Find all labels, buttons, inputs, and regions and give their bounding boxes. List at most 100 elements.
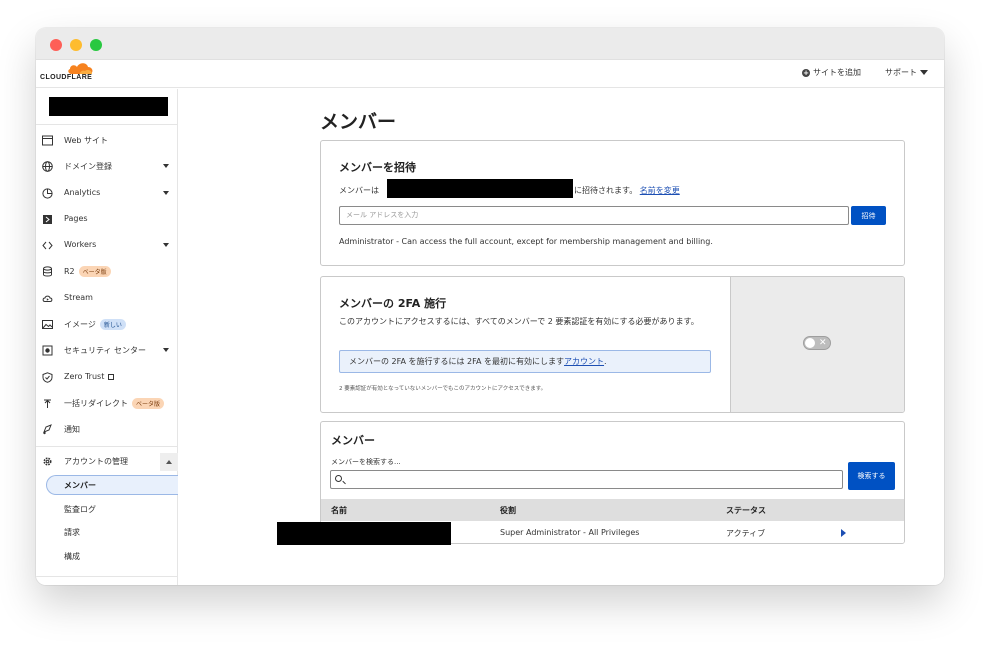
twofa-toggle-panel: ✕ [730, 277, 904, 412]
enforce-2fa-toggle[interactable]: ✕ [803, 336, 831, 350]
chevron-down-icon [163, 164, 169, 168]
role-description: Administrator - Can access the full acco… [339, 237, 713, 246]
beta-badge: ベータ版 [78, 266, 111, 277]
search-button[interactable]: 検索する [848, 462, 895, 490]
pages-icon [43, 215, 52, 224]
sidebar-item-notifications[interactable]: 通知 [36, 419, 178, 439]
sidebar-item-label: イメージ 新しい [64, 319, 126, 330]
maximize-window-button[interactable] [90, 39, 102, 51]
invite-member-card: メンバーを招待 メンバーは に招待されます。 名前を変更 メール アドレスを入力… [320, 140, 905, 266]
twofa-info-banner: メンバーの 2FA を施行するには 2FA を最初に有効にしますアカウント. [339, 350, 711, 373]
page-title: メンバー [320, 111, 397, 133]
sidebar-subitem-label: メンバー [64, 481, 96, 490]
sidebar-item-security-center[interactable]: セキュリティ センター [36, 340, 178, 360]
chevron-down-icon [163, 191, 169, 195]
invite-account-line: メンバーは [339, 185, 379, 196]
logo-wordmark: CLOUDFLARE [40, 74, 93, 81]
cloudflare-logo[interactable]: CLOUDFLARE [40, 61, 102, 85]
chevron-up-icon [166, 460, 172, 464]
sidebar-item-domain-registration[interactable]: ドメイン登録 [36, 156, 178, 176]
twofa-note: 2 要素認証が有効となっていないメンバーでもこのアカウントにアクセスできます。 [339, 386, 547, 392]
rename-link[interactable]: 名前を変更 [640, 186, 680, 195]
search-icon [335, 475, 342, 482]
member-name-redacted [277, 522, 451, 545]
account-name-redacted [387, 179, 573, 198]
sidebar-subitem-configurations[interactable]: 構成 [46, 546, 178, 566]
sidebar-item-label: R2 ベータ版 [64, 266, 111, 277]
member-search-input[interactable] [330, 470, 843, 489]
support-label: サポート [885, 68, 917, 77]
sidebar-item-label: Stream [64, 293, 93, 302]
sidebar-subitem-label: 構成 [64, 552, 80, 561]
sidebar-item-label: 一括リダイレクト ベータ版 [64, 398, 165, 409]
zero-trust-icon [42, 372, 53, 383]
sidebar-item-r2[interactable]: R2 ベータ版 [36, 261, 178, 281]
cloud-icon [42, 295, 53, 302]
sidebar-subitem-billing[interactable]: 請求 [46, 522, 178, 542]
sidebar-item-label: Pages [64, 214, 88, 223]
image-icon [42, 320, 53, 329]
sidebar-item-label: ドメイン登録 [64, 162, 112, 171]
sidebar-item-stream[interactable]: Stream [36, 288, 178, 308]
invite-button[interactable]: 招待 [851, 206, 886, 225]
sidebar-item-zero-trust[interactable]: Zero Trust [36, 367, 178, 387]
sidebar-item-label: Web サイト [64, 136, 108, 145]
database-icon [43, 266, 52, 277]
sidebar-item-websites[interactable]: Web サイト [36, 130, 178, 150]
email-input[interactable]: メール アドレスを入力 [339, 206, 849, 225]
account-link[interactable]: アカウント [564, 357, 604, 366]
main-content: メンバー メンバーを招待 メンバーは に招待されます。 名前を変更 メール アド… [179, 89, 944, 585]
sidebar-subitem-audit-log[interactable]: 監査ログ [46, 499, 178, 519]
account-name-redacted[interactable] [49, 97, 168, 116]
code-icon [42, 241, 53, 250]
search-label: メンバーを検索する... [331, 458, 401, 466]
cloud-logo-icon [68, 63, 93, 74]
sidebar: Web サイト ドメイン登録 Analytics Pages Workers R… [36, 89, 178, 585]
support-menu[interactable]: サポート [885, 67, 928, 78]
chevron-down-icon [920, 70, 928, 75]
sidebar-item-account-management[interactable]: アカウントの管理 [36, 451, 178, 473]
sidebar-item-analytics[interactable]: Analytics [36, 183, 178, 203]
chevron-right-icon[interactable] [841, 529, 846, 537]
chart-icon [42, 188, 53, 199]
invite-suffix-line: に招待されます。 名前を変更 [574, 185, 680, 196]
window-titlebar [36, 28, 944, 60]
chevron-down-icon [163, 348, 169, 352]
sidebar-item-pages[interactable]: Pages [36, 209, 178, 229]
enforce-2fa-card: メンバーの 2FA 施行 このアカウントにアクセスするには、すべてのメンバーで … [320, 276, 905, 413]
close-window-button[interactable] [50, 39, 62, 51]
add-site-label: サイトを追加 [813, 68, 861, 77]
redirect-icon [44, 399, 51, 408]
members-table-header: 名前 役割 ステータス [321, 499, 904, 521]
member-role: Super Administrator - All Privileges [500, 528, 640, 537]
sidebar-divider [36, 446, 178, 447]
collapse-section-button[interactable] [160, 453, 178, 471]
sidebar-item-label: セキュリティ センター [64, 346, 147, 355]
sidebar-item-bulk-redirects[interactable]: 一括リダイレクト ベータ版 [36, 393, 178, 413]
shield-icon [42, 345, 53, 356]
add-site-button[interactable]: + サイトを追加 [802, 67, 861, 78]
invite-prefix: メンバーは [339, 186, 379, 195]
sidebar-item-label: アカウントの管理 [64, 457, 128, 466]
invite-heading: メンバーを招待 [339, 161, 416, 174]
sidebar-item-workers[interactable]: Workers [36, 235, 178, 255]
gear-icon [43, 457, 52, 466]
twofa-heading: メンバーの 2FA 施行 [339, 297, 447, 310]
top-navigation-bar: CLOUDFLARE + サイトを追加 サポート [36, 60, 944, 88]
twofa-info-text: メンバーの 2FA を施行するには 2FA を最初に有効にします [349, 357, 565, 366]
plus-circle-icon: + [802, 68, 810, 77]
sidebar-item-images[interactable]: イメージ 新しい [36, 314, 178, 334]
r2-label: R2 [64, 267, 75, 276]
column-header-name: 名前 [331, 506, 347, 515]
chevron-down-icon [163, 243, 169, 247]
column-header-role: 役割 [500, 506, 516, 515]
external-link-icon [108, 373, 115, 380]
members-heading: メンバー [331, 434, 375, 447]
beta-badge: ベータ版 [132, 398, 165, 409]
browser-icon [42, 135, 53, 146]
invite-suffix: に招待されます。 [574, 186, 638, 195]
sidebar-subitem-label: 請求 [64, 528, 80, 537]
sidebar-subitem-members[interactable]: メンバー [46, 475, 178, 495]
minimize-window-button[interactable] [70, 39, 82, 51]
bulk-redirects-label: 一括リダイレクト [64, 399, 128, 408]
